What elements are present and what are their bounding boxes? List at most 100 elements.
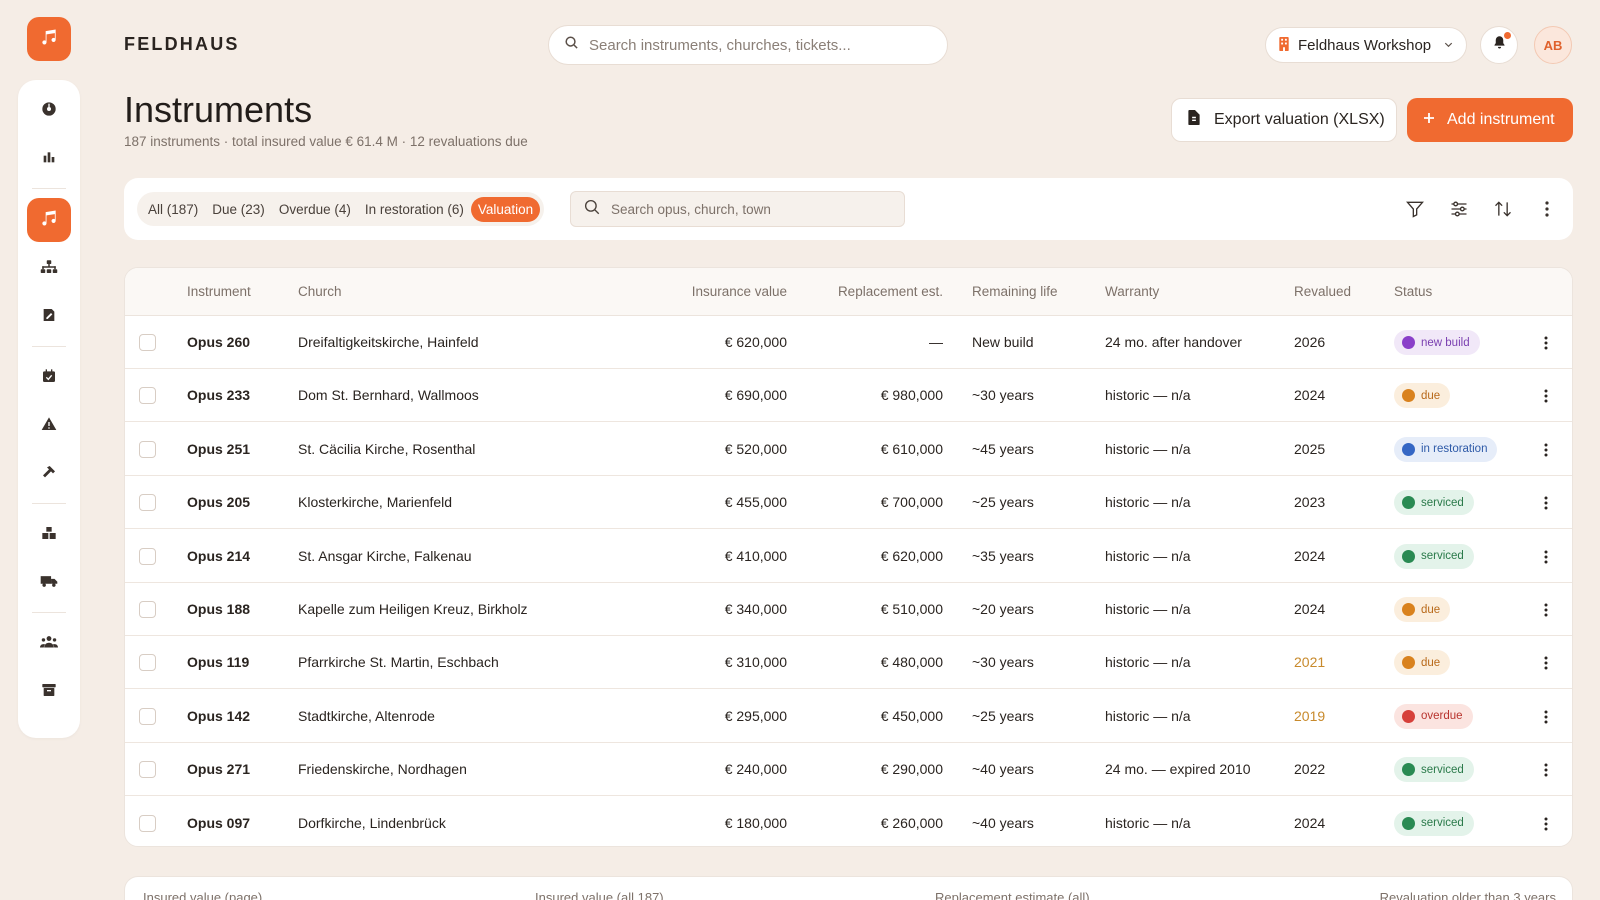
page-subtitle: 187 instruments · total insured value € …	[124, 134, 528, 149]
row-checkbox[interactable]	[139, 494, 156, 512]
instrument-name[interactable]: Opus 205	[187, 494, 250, 510]
table-row[interactable]: Opus 260 Dreifaltigkeitskirche, Hainfeld €…	[125, 316, 1572, 369]
row-checkbox[interactable]	[139, 387, 156, 405]
summary-label-all: Insured value (all 187)	[535, 890, 664, 900]
warranty: historic — n/a	[1105, 654, 1191, 671]
row-menu-icon[interactable]	[1538, 548, 1554, 566]
workspace-label: Feldhaus Workshop	[1298, 36, 1432, 54]
calendar-icon	[41, 368, 57, 389]
sidebar-item-team[interactable]	[27, 622, 71, 666]
workspace-select[interactable]: Feldhaus Workshop	[1265, 27, 1467, 63]
sidebar-item-inventory[interactable]	[27, 513, 71, 557]
global-search[interactable]	[548, 25, 948, 65]
instruments-table: Instrument Church Insurance value Replac…	[124, 267, 1573, 847]
sort-icon[interactable]	[1491, 197, 1515, 221]
col-warranty[interactable]: Warranty	[1105, 284, 1159, 299]
filter-overdue[interactable]: Overdue (4)	[272, 197, 358, 222]
bar-chart-icon	[41, 149, 57, 170]
col-revalued[interactable]: Revalued	[1294, 284, 1351, 299]
insurance-value: € 240,000	[724, 761, 787, 778]
notifications-button[interactable]	[1480, 26, 1518, 64]
filter-valuation[interactable]: Valuation	[470, 196, 541, 222]
sidebar-item-calendar[interactable]	[27, 356, 71, 400]
col-remaining-life[interactable]: Remaining life	[972, 284, 1058, 299]
row-menu-icon[interactable]	[1538, 601, 1554, 619]
col-status[interactable]: Status	[1394, 284, 1432, 299]
add-instrument-button[interactable]: Add instrument	[1407, 98, 1573, 142]
row-checkbox[interactable]	[139, 334, 156, 351]
instrument-name[interactable]: Opus 214	[187, 548, 250, 564]
instrument-name[interactable]: Opus 142	[187, 708, 250, 724]
row-menu-icon[interactable]	[1538, 494, 1554, 512]
insurance-value: € 455,000	[724, 494, 787, 511]
table-row[interactable]: Opus 214 St. Ansgar Kirche, Falkenau € 410…	[125, 530, 1572, 583]
status-dot	[1402, 603, 1415, 616]
row-checkbox[interactable]	[139, 654, 156, 672]
global-search-input[interactable]	[589, 36, 947, 54]
church-name: Friedenskirche, Nordhagen	[298, 761, 467, 778]
sidebar-item-archive[interactable]	[27, 670, 71, 714]
table-row[interactable]: Opus 142 Stadtkirche, Altenrode € 295,000 €…	[125, 690, 1572, 743]
row-checkbox[interactable]	[139, 547, 156, 565]
instrument-name[interactable]: Opus 188	[187, 601, 250, 617]
filter-due[interactable]: Due (23)	[205, 197, 272, 222]
row-menu-icon[interactable]	[1538, 441, 1554, 459]
sidebar-item-logistics[interactable]	[27, 561, 71, 605]
col-instrument[interactable]: Instrument	[187, 284, 251, 299]
table-search-input[interactable]	[611, 201, 904, 217]
sidebar-item-organisation[interactable]	[27, 247, 71, 291]
instrument-name[interactable]: Opus 260	[187, 334, 250, 350]
filter-all[interactable]: All (187)	[141, 197, 205, 222]
status-badge: serviced	[1394, 810, 1474, 836]
row-checkbox[interactable]	[139, 707, 156, 725]
table-row[interactable]: Opus 233 Dom St. Bernhard, Wallmoos € 690,…	[125, 369, 1572, 423]
row-checkbox[interactable]	[139, 814, 156, 832]
music-note-icon	[39, 208, 59, 233]
table-row[interactable]: Opus 251 St. Cäcilia Kirche, Rosenthal € 5…	[125, 423, 1572, 476]
app-logo[interactable]	[27, 17, 71, 61]
row-menu-icon[interactable]	[1538, 708, 1554, 726]
sliders-icon[interactable]	[1447, 197, 1471, 221]
instrument-name[interactable]: Opus 097	[187, 815, 250, 831]
instrument-name[interactable]: Opus 271	[187, 761, 250, 777]
status-label: due	[1421, 656, 1441, 669]
instrument-name[interactable]: Opus 233	[187, 387, 250, 403]
row-checkbox[interactable]	[139, 761, 156, 779]
sidebar-item-instruments[interactable]	[27, 198, 71, 242]
sidebar-item-workshop[interactable]	[27, 452, 71, 496]
table-row[interactable]: Opus 119 Pfarrkirche St. Martin, Eschbach…	[125, 636, 1572, 690]
row-menu-icon[interactable]	[1538, 761, 1554, 779]
table-row[interactable]: Opus 097 Dorfkirche, Lindenbrück € 180,000…	[125, 797, 1572, 846]
table-search[interactable]	[570, 191, 905, 227]
status-dot	[1402, 709, 1415, 723]
row-menu-icon[interactable]	[1538, 654, 1554, 672]
table-row[interactable]: Opus 271 Friedenskirche, Nordhagen € 240,0…	[125, 743, 1572, 797]
status-label: new build	[1421, 336, 1470, 349]
church-name: Klosterkirche, Marienfeld	[298, 494, 453, 511]
sidebar-item-dashboard[interactable]	[27, 89, 71, 133]
more-options-icon[interactable]	[1535, 197, 1559, 221]
sidebar-item-alerts[interactable]	[27, 404, 71, 448]
row-checkbox[interactable]	[139, 440, 156, 458]
col-replacement-est[interactable]: Replacement est.	[838, 284, 943, 299]
sidebar	[18, 80, 80, 738]
row-checkbox[interactable]	[139, 601, 156, 618]
row-menu-icon[interactable]	[1538, 815, 1554, 833]
filter-icon[interactable]	[1403, 197, 1427, 221]
export-valuation-button[interactable]: Export valuation (XLSX)	[1171, 98, 1397, 142]
instrument-name[interactable]: Opus 251	[187, 441, 250, 457]
filter-in-restoration[interactable]: In restoration (6)	[358, 197, 471, 222]
user-avatar[interactable]: AB	[1534, 26, 1572, 64]
col-insurance-value[interactable]: Insurance value	[692, 284, 787, 299]
col-church[interactable]: Church	[298, 284, 342, 299]
sidebar-item-contracts[interactable]	[27, 295, 71, 339]
table-row[interactable]: Opus 188 Kapelle zum Heiligen Kreuz, Birk…	[125, 583, 1572, 636]
instrument-name[interactable]: Opus 119	[187, 654, 249, 670]
table-row[interactable]: Opus 205 Klosterkirche, Marienfeld € 455,0…	[125, 476, 1572, 530]
insurance-value: € 620,000	[724, 334, 787, 350]
row-menu-icon[interactable]	[1538, 334, 1554, 352]
church-name: Stadtkirche, Altenrode	[298, 707, 435, 724]
sidebar-item-reports[interactable]	[27, 137, 71, 181]
row-menu-icon[interactable]	[1538, 387, 1554, 405]
summary-label-revaluation: Revaluation older than 3 years	[1379, 890, 1556, 900]
